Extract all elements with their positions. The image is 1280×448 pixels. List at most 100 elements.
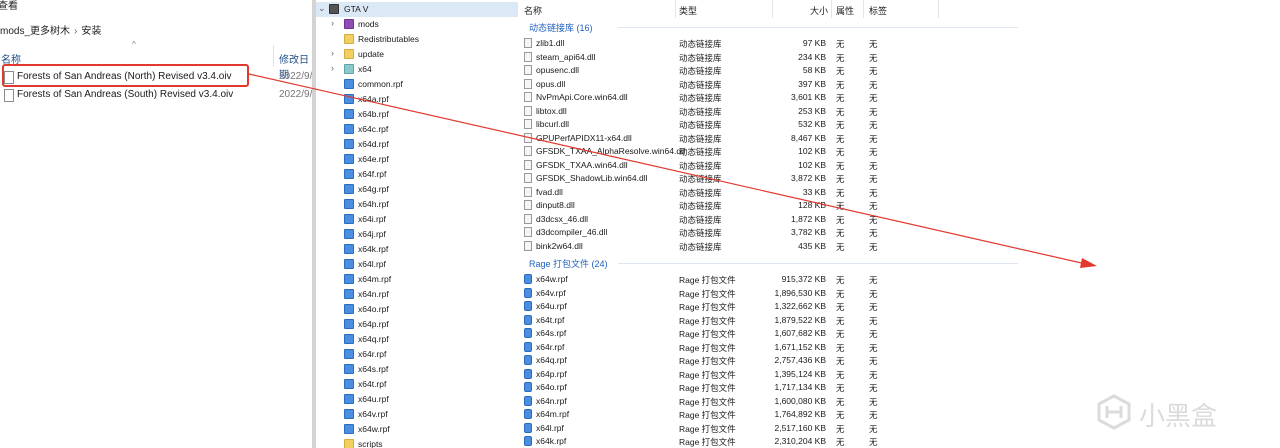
breadcrumb-item-mods[interactable]: mods_更多树木 — [0, 26, 70, 37]
file-size: 1,322,662 KB — [774, 301, 826, 311]
column-divider[interactable] — [772, 0, 773, 18]
file-row[interactable]: dinput8.dll 动态链接库 128 KB 无 无 — [518, 198, 1280, 212]
tree-item[interactable]: x64q.rpf — [316, 332, 518, 347]
breadcrumb-item-install[interactable]: 安装 — [81, 26, 101, 37]
column-divider[interactable] — [273, 45, 274, 67]
tree-item[interactable]: x64p.rpf — [316, 317, 518, 332]
tree-item[interactable]: x64b.rpf — [316, 107, 518, 122]
tree-item[interactable]: x64g.rpf — [316, 182, 518, 197]
tree-item[interactable]: › update — [316, 47, 518, 62]
file-row[interactable]: x64w.rpf Rage 打包文件 915,372 KB 无 无 — [518, 272, 1280, 286]
chevron-down-icon[interactable]: ⌄ — [318, 3, 326, 14]
game-folder-icon — [329, 4, 339, 14]
tree-item[interactable]: x64e.rpf — [316, 152, 518, 167]
file-row[interactable]: opus.dll 动态链接库 397 KB 无 无 — [518, 77, 1280, 91]
tree-item[interactable]: Redistributables — [316, 32, 518, 47]
file-size: 234 KB — [798, 51, 826, 62]
tree-item[interactable]: x64u.rpf — [316, 392, 518, 407]
tree-item[interactable]: x64r.rpf — [316, 347, 518, 362]
chevron-right-icon[interactable]: › — [331, 18, 334, 28]
file-name: steam_api64.dll — [536, 51, 596, 62]
dll-file-icon — [524, 227, 532, 237]
tree-item[interactable]: x64v.rpf — [316, 407, 518, 422]
column-divider[interactable] — [675, 0, 676, 18]
tree-item[interactable]: x64k.rpf — [316, 242, 518, 257]
tree-item[interactable]: x64i.rpf — [316, 212, 518, 227]
file-row[interactable]: GFSDK_ShadowLib.win64.dll 动态链接库 3,872 KB 无 无 — [518, 171, 1280, 185]
rpf-icon — [344, 199, 354, 209]
file-row[interactable]: fvad.dll 动态链接库 33 KB 无 无 — [518, 185, 1280, 199]
file-size: 1,395,124 KB — [774, 368, 826, 379]
tree-item[interactable]: x64d.rpf — [316, 137, 518, 152]
tree-item[interactable]: scripts — [316, 437, 518, 448]
tree-item[interactable]: x64a.rpf — [316, 92, 518, 107]
tree-item-label: x64t.rpf — [358, 379, 387, 389]
file-size: 58 KB — [802, 65, 826, 75]
file-row[interactable]: x64p.rpf Rage 打包文件 1,395,124 KB 无 无 — [518, 367, 1280, 381]
chevron-right-icon[interactable]: › — [331, 48, 334, 58]
file-row[interactable]: x64q.rpf Rage 打包文件 2,757,436 KB 无 无 — [518, 353, 1280, 367]
tree-item[interactable]: › mods — [316, 17, 518, 32]
column-attr[interactable]: 属性 — [836, 4, 854, 17]
file-row[interactable]: GPUPerfAPIDX11-x64.dll 动态链接库 8,467 KB 无 无 — [518, 131, 1280, 145]
tree-item[interactable]: › x64 — [316, 62, 518, 77]
file-row[interactable]: libtox.dll 动态链接库 253 KB 无 无 — [518, 104, 1280, 118]
file-detail-list: 名称 类型 大小 属性 标签 动态链接库 (16) zlib1.dll 动态链接库 9… — [518, 0, 1280, 448]
column-divider[interactable] — [831, 0, 832, 18]
column-divider[interactable] — [938, 0, 939, 18]
group-header[interactable]: Rage 打包文件 (24) — [518, 256, 1280, 270]
tree-item[interactable]: x64h.rpf — [316, 197, 518, 212]
file-name: x64k.rpf — [536, 436, 567, 446]
file-row[interactable]: x64o.rpf Rage 打包文件 1,717,134 KB 无 无 — [518, 380, 1280, 394]
file-row[interactable]: steam_api64.dll 动态链接库 234 KB 无 无 — [518, 50, 1280, 64]
tree-item[interactable]: x64s.rpf — [316, 362, 518, 377]
view-menu[interactable]: 查看 — [0, 0, 18, 12]
file-row[interactable]: x64r.rpf Rage 打包文件 1,671,152 KB 无 无 — [518, 340, 1280, 354]
tree-item[interactable]: common.rpf — [316, 77, 518, 92]
file-tag: 无 — [869, 423, 878, 434]
tree-item[interactable]: x64w.rpf — [316, 422, 518, 437]
file-row[interactable]: x64t.rpf Rage 打包文件 1,879,522 KB 无 无 — [518, 313, 1280, 327]
file-row[interactable]: GFSDK_TXAA.win64.dll 动态链接库 102 KB 无 无 — [518, 158, 1280, 172]
tree-item-label: Redistributables — [358, 34, 419, 44]
tree-item[interactable]: x64t.rpf — [316, 377, 518, 392]
chevron-right-icon[interactable]: › — [331, 63, 334, 73]
column-size[interactable]: 大小 — [810, 4, 828, 17]
file-attr: 无 — [836, 275, 845, 285]
file-row[interactable]: zlib1.dll 动态链接库 97 KB 无 无 — [518, 36, 1280, 50]
group-header[interactable]: 动态链接库 (16) — [518, 20, 1280, 34]
tree-item[interactable]: x64m.rpf — [316, 272, 518, 287]
tree-item[interactable]: x64f.rpf — [316, 167, 518, 182]
file-row[interactable]: x64u.rpf Rage 打包文件 1,322,662 KB 无 无 — [518, 299, 1280, 313]
file-name: x64v.rpf — [536, 287, 566, 298]
file-tag: 无 — [869, 275, 878, 285]
tree-item[interactable]: x64n.rpf — [316, 287, 518, 302]
file-row[interactable]: opusenc.dll 动态链接库 58 KB 无 无 — [518, 63, 1280, 77]
file-row[interactable]: libcurl.dll 动态链接库 532 KB 无 无 — [518, 117, 1280, 131]
file-type: Rage 打包文件 — [679, 315, 736, 326]
file-size: 8,467 KB — [791, 132, 826, 143]
tree-item[interactable]: x64c.rpf — [316, 122, 518, 137]
file-row[interactable]: x64k.rpf Rage 打包文件 2,310,204 KB 无 无 — [518, 434, 1280, 448]
tree-item-gta-v[interactable]: ⌄ GTA V — [316, 2, 518, 17]
file-row-south[interactable]: Forests of San Andreas (South) Revised v… — [0, 87, 312, 103]
column-type[interactable]: 类型 — [679, 4, 697, 17]
file-row[interactable]: d3dcsx_46.dll 动态链接库 1,872 KB 无 无 — [518, 212, 1280, 226]
file-type: 动态链接库 — [679, 79, 722, 90]
file-name: x64o.rpf — [536, 382, 567, 392]
file-row[interactable]: x64s.rpf Rage 打包文件 1,607,682 KB 无 无 — [518, 326, 1280, 340]
column-tag[interactable]: 标签 — [869, 4, 887, 17]
file-row[interactable]: bink2w64.dll 动态链接库 435 KB 无 无 — [518, 239, 1280, 253]
tree-item[interactable]: x64l.rpf — [316, 257, 518, 272]
file-row[interactable]: NvPmApi.Core.win64.dll 动态链接库 3,601 KB 无 无 — [518, 90, 1280, 104]
file-name: zlib1.dll — [536, 38, 565, 48]
column-divider[interactable] — [863, 0, 864, 18]
tree-item[interactable]: x64j.rpf — [316, 227, 518, 242]
file-row[interactable]: d3dcompiler_46.dll 动态链接库 3,782 KB 无 无 — [518, 225, 1280, 239]
column-name[interactable]: 名称 — [524, 4, 542, 17]
tree-item[interactable]: x64o.rpf — [316, 302, 518, 317]
file-row[interactable]: x64v.rpf Rage 打包文件 1,896,530 KB 无 无 — [518, 286, 1280, 300]
group-divider — [618, 27, 1018, 28]
file-row[interactable]: GFSDK_TXAA_AlphaResolve.win64.dll 动态链接库 10… — [518, 144, 1280, 158]
dll-file-icon — [524, 146, 532, 156]
